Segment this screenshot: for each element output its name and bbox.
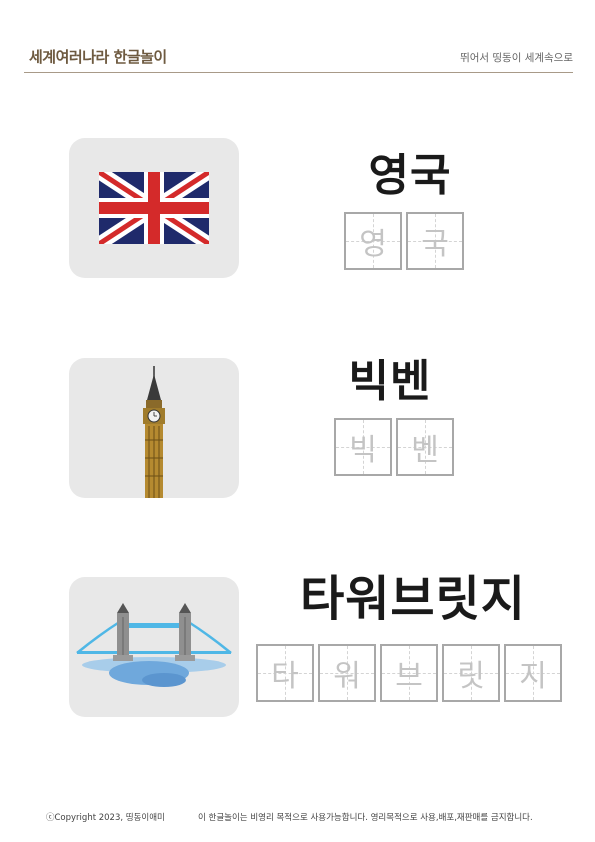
big-ben-icon bbox=[143, 366, 165, 498]
tracing-box[interactable]: 타 bbox=[256, 644, 314, 702]
uk-flag-icon bbox=[99, 172, 209, 244]
footer-copyright: ⓒCopyright 2023, 띵동이애미 bbox=[46, 813, 165, 823]
tracing-boxes: 영 국 bbox=[344, 212, 468, 270]
trace-letter: 벤 bbox=[411, 433, 439, 468]
tower-bridge-icon bbox=[76, 603, 232, 687]
tracing-box[interactable]: 국 bbox=[406, 212, 464, 270]
tracing-box[interactable]: 워 bbox=[318, 644, 376, 702]
tracing-box[interactable]: 빅 bbox=[334, 418, 392, 476]
header-divider bbox=[24, 72, 573, 73]
trace-letter: 워 bbox=[333, 659, 361, 694]
header-title: 세계여러나라 한글놀이 bbox=[29, 48, 167, 66]
uk-flag-card bbox=[69, 138, 239, 278]
tracing-box[interactable]: 영 bbox=[344, 212, 402, 270]
footer-notice: 이 한글놀이는 비영리 목적으로 사용가능합니다. 영리목적으로 사용,배포,재… bbox=[198, 813, 533, 823]
tracing-box[interactable]: 지 bbox=[504, 644, 562, 702]
tracing-box[interactable]: 릿 bbox=[442, 644, 500, 702]
trace-letter: 브 bbox=[395, 659, 423, 694]
header-subtitle: 뛰어서 띵동이 세계속으로 bbox=[460, 52, 573, 64]
big-ben-card bbox=[69, 358, 239, 498]
trace-letter: 타 bbox=[271, 659, 299, 694]
tracing-box[interactable]: 벤 bbox=[396, 418, 454, 476]
trace-letter: 영 bbox=[359, 227, 387, 262]
word-title: 타워브릿지 bbox=[300, 571, 526, 627]
tracing-box[interactable]: 브 bbox=[380, 644, 438, 702]
word-title: 영국 bbox=[368, 150, 452, 201]
trace-letter: 지 bbox=[519, 659, 547, 694]
tracing-boxes: 빅 벤 bbox=[334, 418, 458, 476]
trace-letter: 빅 bbox=[349, 433, 377, 468]
trace-letter: 릿 bbox=[457, 659, 485, 694]
tower-bridge-card bbox=[69, 577, 239, 717]
word-title: 빅벤 bbox=[348, 356, 432, 407]
trace-letter: 국 bbox=[421, 227, 449, 262]
tracing-boxes: 타 워 브 릿 지 bbox=[256, 644, 562, 702]
